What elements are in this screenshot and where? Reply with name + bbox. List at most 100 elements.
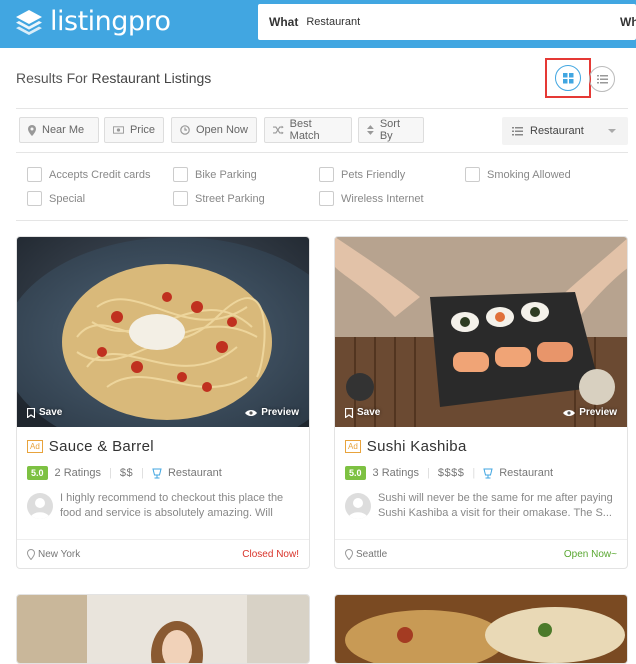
feature-checkbox[interactable]: Smoking Allowed xyxy=(465,167,571,182)
top-bar: listingpro What Restaurant Wh xyxy=(0,0,636,48)
listing-title[interactable]: Sushi Kashiba xyxy=(367,438,467,455)
listing-category[interactable]: Restaurant xyxy=(499,467,553,479)
checkbox[interactable] xyxy=(27,191,42,206)
location-label: New York xyxy=(38,548,81,560)
feature-label: Pets Friendly xyxy=(341,168,406,181)
near-me-button[interactable]: Near Me xyxy=(19,117,99,143)
rating-badge: 5.0 xyxy=(27,466,48,480)
ad-badge: Ad xyxy=(27,440,43,453)
best-match-label: Best Match xyxy=(289,118,320,142)
review-text: Sushi will never be the same for me afte… xyxy=(378,492,613,519)
sort-by-label: Sort By xyxy=(379,118,401,142)
listing-title[interactable]: Sauce & Barrel xyxy=(49,438,154,455)
ad-badge: Ad xyxy=(345,440,361,453)
logo-text: listingpro xyxy=(50,6,171,37)
search-where-label: Wh xyxy=(620,15,636,29)
feature-label: Special xyxy=(49,192,86,205)
eye-icon xyxy=(245,409,258,416)
avatar xyxy=(27,493,53,519)
checkbox[interactable] xyxy=(319,191,334,206)
feature-label: Wireless Internet xyxy=(341,192,424,205)
sort-icon xyxy=(367,125,374,135)
best-match-button[interactable]: Best Match xyxy=(264,117,352,143)
search-bar[interactable]: What Restaurant Wh xyxy=(258,4,636,40)
open-now-button[interactable]: Open Now xyxy=(171,117,257,143)
logo[interactable]: listingpro xyxy=(14,6,171,37)
list-icon xyxy=(512,126,523,135)
results-heading: Results For Restaurant Listings xyxy=(16,70,211,86)
checkbox[interactable] xyxy=(465,167,480,182)
price-button[interactable]: Price xyxy=(104,117,164,143)
listing-photo[interactable]: Save Preview xyxy=(335,237,627,427)
bookmark-icon xyxy=(27,407,35,418)
rating-badge: 5.0 xyxy=(345,466,366,480)
feature-checkbox[interactable]: Bike Parking xyxy=(173,167,257,182)
feature-label: Street Parking xyxy=(195,192,265,205)
preview-label: Preview xyxy=(261,407,299,418)
category-select[interactable]: Restaurant xyxy=(502,117,628,145)
feature-checkbox[interactable]: Pets Friendly xyxy=(319,167,405,182)
price-level: $$ xyxy=(119,467,134,479)
list-view-toggle[interactable] xyxy=(589,66,615,92)
results-prefix: Results For xyxy=(16,70,92,86)
feature-label: Bike Parking xyxy=(195,168,257,181)
checkbox[interactable] xyxy=(27,167,42,182)
divider xyxy=(16,152,628,153)
ratings-count: 3 Ratings xyxy=(372,467,419,479)
ratings-count: 2 Ratings xyxy=(54,467,101,479)
pasta-dish-image xyxy=(17,237,309,427)
sort-by-button[interactable]: Sort By xyxy=(358,117,424,143)
feature-label: Smoking Allowed xyxy=(487,168,571,181)
review-snippet: I highly recommend to checkout this plac… xyxy=(27,491,299,521)
listing-card[interactable]: Save Preview Ad Sauce & Barrel 5.0 2 Rat… xyxy=(16,236,310,569)
feature-label: Accepts Credit cards xyxy=(49,168,151,181)
sushi-plate-image xyxy=(335,237,627,427)
save-button[interactable]: Save xyxy=(345,407,380,418)
open-status: Open Now~ xyxy=(563,548,617,560)
clock-icon xyxy=(180,125,190,135)
feature-checkbox[interactable]: Accepts Credit cards xyxy=(27,167,150,182)
map-pin-icon xyxy=(345,548,353,560)
results-query: Restaurant Listings xyxy=(91,70,212,86)
grid-icon xyxy=(562,72,573,83)
cup-icon xyxy=(483,468,493,478)
preview-button[interactable]: Preview xyxy=(563,407,617,418)
divider xyxy=(16,220,628,221)
price-label: Price xyxy=(129,124,155,136)
save-button[interactable]: Save xyxy=(27,407,62,418)
open-status: Closed Now! xyxy=(242,548,299,560)
map-pin-icon xyxy=(27,548,35,560)
checkbox[interactable] xyxy=(319,167,334,182)
divider xyxy=(16,108,628,109)
checkbox[interactable] xyxy=(173,167,188,182)
search-what-input[interactable]: Restaurant xyxy=(306,16,360,28)
listing-card[interactable]: Save Preview Ad Sushi Kashiba 5.0 3 Rati… xyxy=(334,236,628,569)
review-text: I highly recommend to checkout this plac… xyxy=(60,492,284,519)
category-select-value: Restaurant xyxy=(530,125,584,137)
review-snippet: Sushi will never be the same for me afte… xyxy=(345,491,617,521)
feature-checkbox[interactable]: Street Parking xyxy=(173,191,265,206)
preview-button[interactable]: Preview xyxy=(245,407,299,418)
feature-checkbox[interactable]: Special xyxy=(27,191,85,206)
checkbox[interactable] xyxy=(173,191,188,206)
feature-checkbox[interactable]: Wireless Internet xyxy=(319,191,424,206)
listing-photo[interactable]: Save Preview xyxy=(17,237,309,427)
preview-label: Preview xyxy=(579,407,617,418)
shuffle-icon xyxy=(273,125,284,135)
price-level: $$$$ xyxy=(437,467,465,479)
listing-category[interactable]: Restaurant xyxy=(168,467,222,479)
list-icon xyxy=(596,74,608,83)
location-label: Seattle xyxy=(356,548,388,560)
grid-view-toggle[interactable] xyxy=(545,58,591,98)
save-label: Save xyxy=(357,407,381,418)
search-what-label: What xyxy=(269,15,299,29)
bookmark-icon xyxy=(345,407,353,418)
listing-location: New York xyxy=(27,548,81,560)
chevron-down-icon xyxy=(608,129,616,133)
layers-logo-icon xyxy=(16,9,42,35)
listing-location: Seattle xyxy=(345,548,388,560)
money-icon xyxy=(113,126,124,134)
avatar xyxy=(345,493,371,519)
eye-icon xyxy=(563,409,576,416)
map-pin-icon xyxy=(28,124,36,136)
